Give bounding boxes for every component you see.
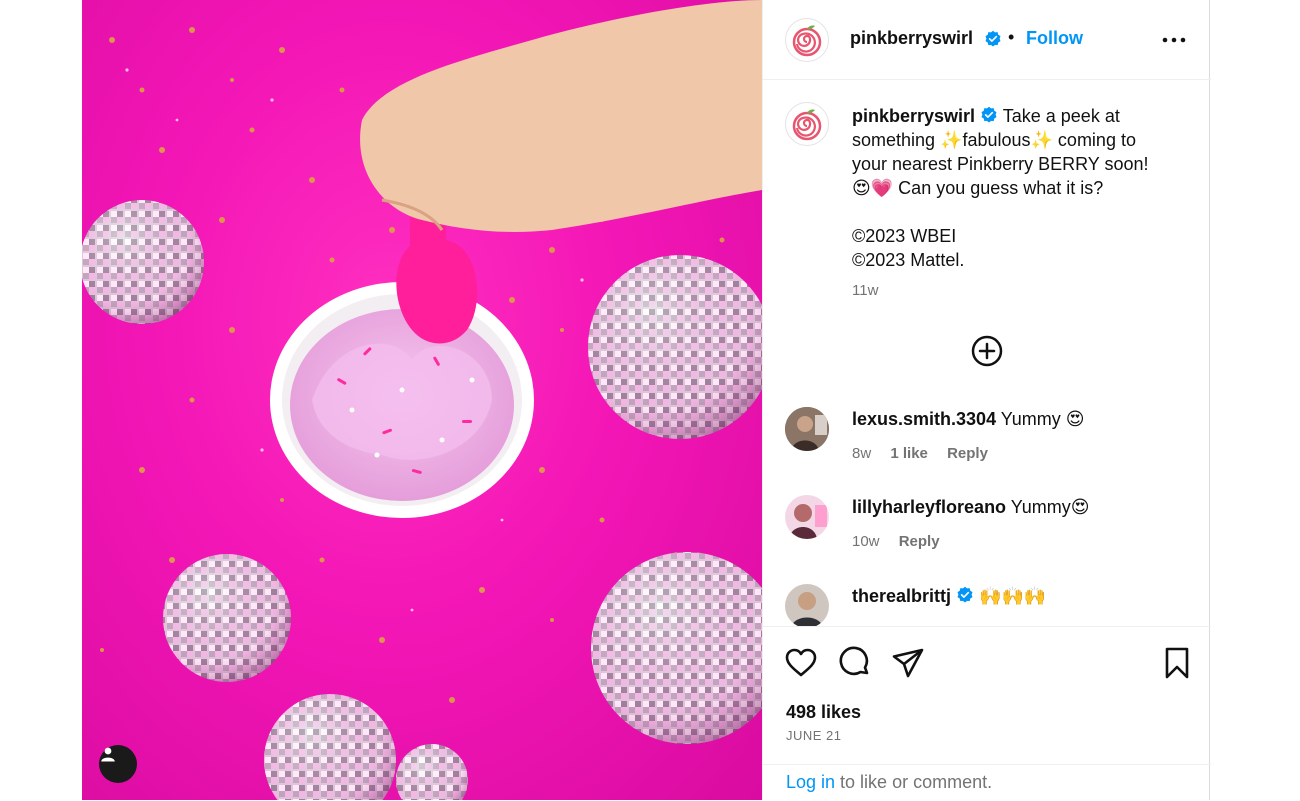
- comment-username[interactable]: therealbrittj: [852, 586, 951, 606]
- verified-badge-icon: [985, 30, 1001, 47]
- comment-text: Yummy😍: [1010, 497, 1090, 517]
- login-prompt-text: to like or comment.: [835, 772, 993, 792]
- caption-timestamp[interactable]: 11w: [852, 282, 878, 299]
- login-link[interactable]: Log in: [786, 772, 835, 792]
- disco-ball: [163, 554, 291, 682]
- comment-timestamp[interactable]: 10w: [852, 533, 880, 550]
- post-caption: pinkberryswirl Take a peek at something …: [852, 104, 1197, 272]
- commenter-avatar[interactable]: [785, 584, 829, 626]
- comment-likes-link[interactable]: 1 like: [890, 445, 928, 462]
- comment-text: Yummy 😍: [1000, 409, 1085, 429]
- more-options-icon[interactable]: [1162, 30, 1186, 50]
- avatar-photo: [785, 584, 829, 626]
- comment-bubble-icon[interactable]: [838, 646, 872, 680]
- caption-line: ©2023 WBEI: [852, 226, 957, 246]
- comment-text-row: therealbrittj 🙌🙌🙌: [852, 586, 1046, 607]
- comment-username[interactable]: lillyharleyfloreano: [852, 497, 1006, 517]
- caption-username[interactable]: pinkberryswirl: [852, 106, 975, 126]
- post-date: JUNE 21: [786, 728, 842, 743]
- commenter-avatar[interactable]: [785, 495, 829, 539]
- disco-ball: [588, 255, 762, 439]
- user-tag-icon: [101, 747, 115, 762]
- caption-line: something ✨fabulous✨ coming to: [852, 130, 1136, 150]
- disco-ball: [591, 552, 762, 744]
- bookmark-icon[interactable]: [1160, 646, 1194, 680]
- comment-reply-button[interactable]: Reply: [947, 445, 988, 462]
- plus-circle-icon[interactable]: [971, 335, 1003, 367]
- comment-text: 🙌🙌🙌: [979, 586, 1047, 606]
- caption-line: ©2023 Mattel.: [852, 250, 965, 270]
- post-photo[interactable]: [82, 0, 762, 800]
- disco-ball: [82, 200, 204, 324]
- pinkberry-logo-icon: [792, 109, 822, 141]
- comment-text-row: lexus.smith.3304 Yummy 😍: [852, 409, 1085, 430]
- comment-reply-button[interactable]: Reply: [899, 533, 940, 550]
- heart-icon[interactable]: [784, 646, 818, 680]
- verified-badge-icon: [957, 586, 973, 603]
- comments-scroll-area[interactable]: pinkberryswirl Take a peek at something …: [763, 81, 1211, 626]
- brand-avatar[interactable]: [785, 18, 829, 62]
- frozen-yogurt-photo: [82, 0, 762, 800]
- comment-meta-row: 8w 1 like Reply: [852, 445, 1003, 462]
- post-details-panel: pinkberryswirl • Follow pinkberryswirl T…: [762, 0, 1211, 800]
- caption-line: your nearest Pinkberry BERRY soon!: [852, 154, 1149, 174]
- paper-plane-icon[interactable]: [891, 646, 925, 680]
- avatar-photo: [785, 407, 829, 451]
- user-tag-button[interactable]: [99, 745, 137, 783]
- hand: [360, 0, 762, 232]
- post-header: pinkberryswirl • Follow: [763, 0, 1211, 80]
- header-separator-dot: •: [1008, 27, 1015, 47]
- likes-count[interactable]: 498 likes: [786, 702, 861, 723]
- caption-avatar[interactable]: [785, 102, 829, 146]
- comment-timestamp[interactable]: 8w: [852, 445, 871, 462]
- avatar-photo: [785, 495, 829, 539]
- disco-ball: [396, 744, 468, 800]
- comment-text-row: lillyharleyfloreano Yummy😍: [852, 497, 1090, 518]
- login-prompt: Log in to like or comment.: [763, 764, 1211, 801]
- commenter-avatar[interactable]: [785, 407, 829, 451]
- post-actions-footer: 498 likes JUNE 21 Log in to like or comm…: [763, 626, 1211, 800]
- caption-line: Take a peek at: [1002, 106, 1120, 126]
- pinkberry-logo-icon: [792, 25, 822, 57]
- comment-username[interactable]: lexus.smith.3304: [852, 409, 996, 429]
- follow-button[interactable]: Follow: [1026, 28, 1083, 49]
- disco-ball: [264, 694, 396, 800]
- verified-badge-icon: [981, 106, 997, 123]
- post-author-username[interactable]: pinkberryswirl: [850, 28, 973, 49]
- caption-line: 😍💗 Can you guess what it is?: [852, 178, 1104, 198]
- comment-meta-row: 10w Reply: [852, 533, 955, 550]
- yogurt-cup: [270, 282, 534, 518]
